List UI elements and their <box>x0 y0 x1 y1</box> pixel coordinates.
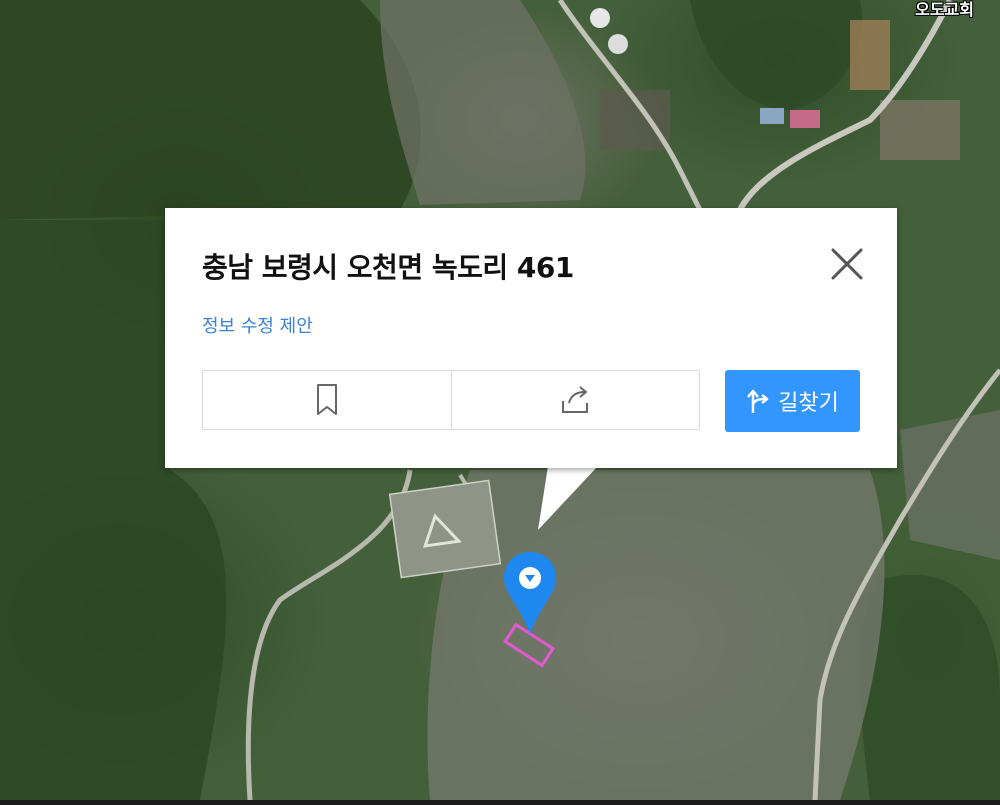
address-title: 충남 보령시 오천면 녹도리 461 <box>202 251 574 284</box>
share-button[interactable] <box>450 371 700 429</box>
close-button[interactable] <box>825 242 869 286</box>
action-group <box>202 370 700 430</box>
bookmark-icon <box>316 384 337 415</box>
share-icon <box>562 386 589 413</box>
edit-suggestion-link[interactable]: 정보 수정 제안 <box>202 312 313 338</box>
place-label: 오도교회 <box>915 0 974 19</box>
directions-button[interactable]: 길찾기 <box>725 370 860 432</box>
address-popup: 충남 보령시 오천면 녹도리 461 정보 수정 제안 길찾기 <box>165 208 897 468</box>
close-icon <box>831 248 863 280</box>
location-marker-icon[interactable] <box>500 548 560 638</box>
bookmark-button[interactable] <box>203 371 451 429</box>
directions-icon <box>747 389 769 413</box>
popup-pointer <box>538 466 598 530</box>
directions-label: 길찾기 <box>778 391 839 416</box>
bottom-edge <box>0 800 1000 805</box>
